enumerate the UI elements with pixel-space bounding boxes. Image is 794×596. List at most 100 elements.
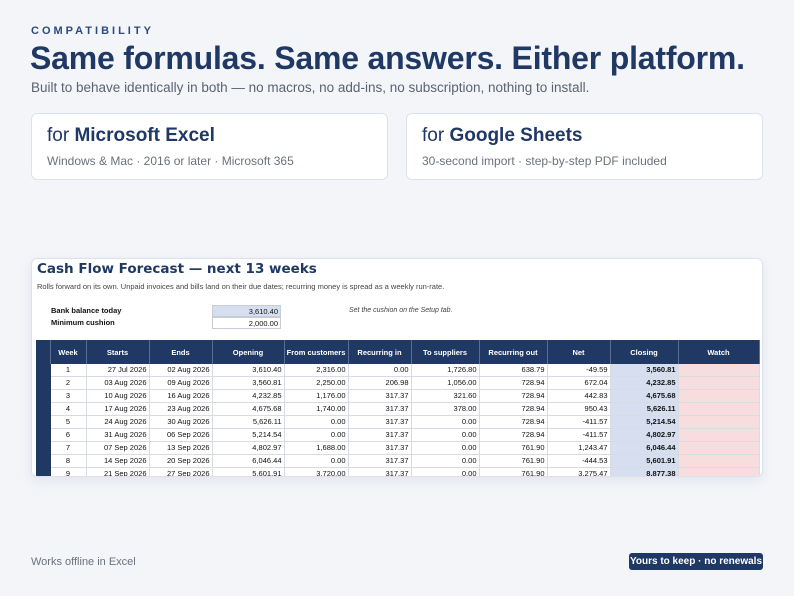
table-cell[interactable]: 21 Sep 2026 (86, 467, 150, 476)
table-cell[interactable]: 728.94 (479, 376, 548, 391)
table-cell[interactable]: 23 Aug 2026 (149, 402, 213, 417)
table-cell[interactable]: 638.79 (479, 364, 548, 378)
table-cell[interactable]: 10 Aug 2026 (86, 389, 150, 404)
closing-cell[interactable]: 4,675.68 (610, 389, 679, 404)
column-header[interactable]: To suppliers (411, 340, 480, 364)
column-header[interactable]: Watch (678, 340, 760, 364)
table-cell[interactable]: 2 (50, 376, 87, 391)
column-header[interactable]: Closing (610, 340, 679, 364)
watch-cell[interactable] (678, 454, 760, 469)
table-cell[interactable]: 06 Sep 2026 (149, 428, 213, 443)
closing-cell[interactable]: 3,560.81 (610, 364, 679, 378)
table-cell[interactable]: 6,046.44 (212, 454, 285, 469)
table-cell[interactable]: 20 Sep 2026 (149, 454, 213, 469)
watch-cell[interactable] (678, 428, 760, 443)
table-cell[interactable]: 317.37 (348, 454, 412, 469)
table-cell[interactable]: -411.57 (547, 415, 611, 430)
table-cell[interactable]: 09 Aug 2026 (149, 376, 213, 391)
bank-balance-value[interactable]: 3,610.40 (212, 305, 281, 317)
watch-cell[interactable] (678, 441, 760, 456)
table-cell[interactable]: 4,802.97 (212, 441, 285, 456)
table-cell[interactable]: 317.37 (348, 428, 412, 443)
watch-cell[interactable] (678, 415, 760, 430)
table-cell[interactable]: 03 Aug 2026 (86, 376, 150, 391)
table-cell[interactable]: 317.37 (348, 415, 412, 430)
table-cell[interactable]: 0.00 (284, 428, 349, 443)
table-cell[interactable]: 442.83 (547, 389, 611, 404)
table-cell[interactable]: 317.37 (348, 389, 412, 404)
table-cell[interactable]: 317.37 (348, 467, 412, 476)
table-cell[interactable]: 4,675.68 (212, 402, 285, 417)
table-cell[interactable]: -49.59 (547, 364, 611, 378)
table-cell[interactable]: 728.94 (479, 402, 548, 417)
table-cell[interactable]: 378.00 (411, 402, 480, 417)
table-cell[interactable]: 8 (50, 454, 87, 469)
table-cell[interactable]: 17 Aug 2026 (86, 402, 150, 417)
watch-cell[interactable] (678, 364, 760, 378)
table-cell[interactable]: 0.00 (284, 415, 349, 430)
table-cell[interactable]: 317.37 (348, 402, 412, 417)
table-cell[interactable]: 950.43 (547, 402, 611, 417)
table-cell[interactable]: 761.90 (479, 467, 548, 476)
closing-cell[interactable]: 5,214.54 (610, 415, 679, 430)
table-cell[interactable]: 3,275.47 (547, 467, 611, 476)
table-cell[interactable]: 6 (50, 428, 87, 443)
table-cell[interactable]: 0.00 (411, 454, 480, 469)
table-cell[interactable]: 3,560.81 (212, 376, 285, 391)
table-cell[interactable]: 2,316.00 (284, 364, 349, 378)
table-cell[interactable]: 2,250.00 (284, 376, 349, 391)
table-cell[interactable]: 1,726.80 (411, 364, 480, 378)
table-cell[interactable]: 206.98 (348, 376, 412, 391)
table-cell[interactable]: 672.04 (547, 376, 611, 391)
table-cell[interactable]: 4 (50, 402, 87, 417)
closing-cell[interactable]: 5,626.11 (610, 402, 679, 417)
watch-cell[interactable] (678, 402, 760, 417)
table-cell[interactable]: 321.60 (411, 389, 480, 404)
closing-cell[interactable]: 4,802.97 (610, 428, 679, 443)
table-cell[interactable]: 27 Jul 2026 (86, 364, 150, 378)
table-cell[interactable]: 1,688.00 (284, 441, 349, 456)
table-cell[interactable]: 0.00 (284, 454, 349, 469)
closing-cell[interactable]: 5,601.91 (610, 454, 679, 469)
table-cell[interactable]: 3 (50, 389, 87, 404)
table-cell[interactable]: 5,214.54 (212, 428, 285, 443)
closing-cell[interactable]: 4,232.85 (610, 376, 679, 391)
watch-cell[interactable] (678, 389, 760, 404)
table-cell[interactable]: 31 Aug 2026 (86, 428, 150, 443)
column-header[interactable]: Recurring out (479, 340, 548, 364)
table-cell[interactable]: 1,740.00 (284, 402, 349, 417)
table-cell[interactable]: 9 (50, 467, 87, 476)
table-cell[interactable]: 3,720.00 (284, 467, 349, 476)
column-header[interactable]: Opening (212, 340, 285, 364)
table-cell[interactable]: 3,610.40 (212, 364, 285, 378)
table-cell[interactable]: 1,056.00 (411, 376, 480, 391)
column-header[interactable]: Week (50, 340, 87, 364)
table-cell[interactable]: 0.00 (411, 467, 480, 476)
table-cell[interactable]: 1,176.00 (284, 389, 349, 404)
table-cell[interactable]: 761.90 (479, 441, 548, 456)
table-cell[interactable]: 317.37 (348, 441, 412, 456)
table-cell[interactable]: 0.00 (411, 415, 480, 430)
watch-cell[interactable] (678, 467, 760, 476)
table-cell[interactable]: 24 Aug 2026 (86, 415, 150, 430)
table-cell[interactable]: 1 (50, 364, 87, 378)
table-cell[interactable]: 7 (50, 441, 87, 456)
table-cell[interactable]: 14 Sep 2026 (86, 454, 150, 469)
table-cell[interactable]: 0.00 (348, 364, 412, 378)
table-cell[interactable]: 728.94 (479, 428, 548, 443)
table-cell[interactable]: 761.90 (479, 454, 548, 469)
watch-cell[interactable] (678, 376, 760, 391)
column-header[interactable]: From customers (284, 340, 349, 364)
table-cell[interactable]: 13 Sep 2026 (149, 441, 213, 456)
column-header[interactable]: Recurring in (348, 340, 412, 364)
table-cell[interactable]: 4,232.85 (212, 389, 285, 404)
column-header[interactable]: Starts (86, 340, 150, 364)
table-cell[interactable]: 07 Sep 2026 (86, 441, 150, 456)
closing-cell[interactable]: 6,046.44 (610, 441, 679, 456)
table-cell[interactable]: -444.53 (547, 454, 611, 469)
table-cell[interactable]: 728.94 (479, 389, 548, 404)
table-cell[interactable]: 5,626.11 (212, 415, 285, 430)
table-cell[interactable]: 16 Aug 2026 (149, 389, 213, 404)
table-cell[interactable]: 5,601.91 (212, 467, 285, 476)
min-cushion-value[interactable]: 2,000.00 (212, 317, 281, 329)
